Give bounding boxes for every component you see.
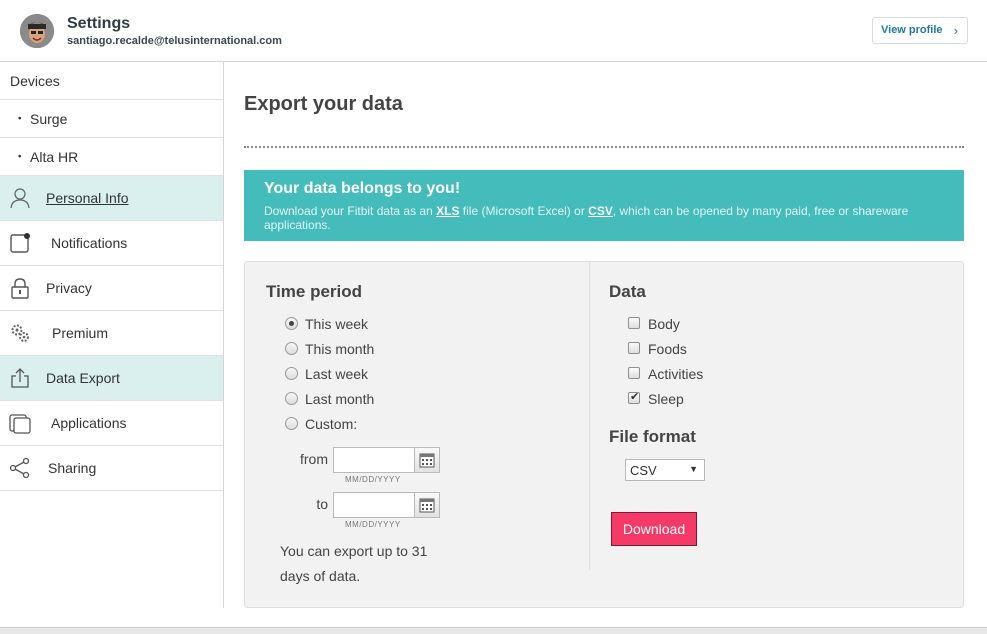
checkbox-label: Foods bbox=[648, 341, 687, 357]
to-calendar-button[interactable] bbox=[414, 492, 440, 518]
calendar-icon bbox=[419, 498, 435, 513]
sidebar: Devices • Surge • Alta HR Personal Info … bbox=[0, 62, 224, 608]
sidebar-devices-header[interactable]: Devices bbox=[0, 62, 223, 100]
settings-header: Settings santiago.recalde@telusinternati… bbox=[0, 0, 987, 62]
dropdown-arrow-icon: ▼ bbox=[689, 464, 698, 474]
sidebar-item-label: Data Export bbox=[46, 370, 120, 386]
checkbox[interactable] bbox=[628, 317, 640, 329]
sidebar-item-label: Privacy bbox=[46, 280, 92, 296]
file-format-select[interactable]: CSV ▼ bbox=[625, 459, 705, 481]
view-profile-label: View profile bbox=[881, 24, 943, 36]
sidebar-item-applications[interactable]: Applications bbox=[0, 401, 223, 446]
avatar[interactable] bbox=[20, 14, 54, 48]
to-label: to bbox=[316, 496, 328, 512]
radio-button[interactable] bbox=[285, 367, 298, 380]
download-button[interactable]: Download bbox=[611, 512, 697, 546]
radio-button[interactable] bbox=[285, 342, 298, 355]
from-date-hint: MM/DD/YYYY bbox=[345, 475, 401, 484]
checkbox[interactable] bbox=[628, 367, 640, 379]
panel-divider bbox=[589, 262, 590, 570]
banner-text: Download your Fitbit data as an XLS file… bbox=[264, 204, 944, 232]
radio-button[interactable] bbox=[285, 417, 298, 430]
from-label: from bbox=[300, 451, 328, 467]
csv-link[interactable]: CSV bbox=[588, 204, 613, 218]
sidebar-device-label: Alta HR bbox=[30, 148, 79, 165]
sidebar-item-label: Notifications bbox=[51, 235, 128, 251]
file-format-title: File format bbox=[609, 427, 696, 446]
checkbox-label: Activities bbox=[648, 366, 704, 382]
banner-title: Your data belongs to you! bbox=[264, 180, 461, 197]
export-icon bbox=[9, 367, 31, 389]
sidebar-item-data-export[interactable]: Data Export bbox=[0, 356, 223, 401]
sidebar-device-label: Surge bbox=[30, 110, 68, 127]
bottom-scrollbar bbox=[0, 627, 987, 634]
bullet-icon: • bbox=[18, 151, 22, 162]
sidebar-item-premium[interactable]: Premium bbox=[0, 311, 223, 356]
export-title: Export your data bbox=[244, 93, 403, 115]
checkbox-label: Body bbox=[648, 316, 680, 332]
notifications-icon bbox=[9, 232, 31, 254]
sidebar-item-privacy[interactable]: Privacy bbox=[0, 266, 223, 311]
radio-label: This week bbox=[305, 316, 369, 332]
dotted-divider bbox=[244, 146, 964, 148]
banner-text-mid: file (Microsoft Excel) or bbox=[459, 204, 589, 218]
sidebar-device-alta-hr[interactable]: • Alta HR bbox=[0, 138, 223, 176]
radio-button[interactable] bbox=[285, 392, 298, 405]
checkbox-label: Sleep bbox=[648, 391, 684, 407]
sidebar-item-sharing[interactable]: Sharing bbox=[0, 446, 223, 491]
calendar-icon bbox=[419, 453, 435, 468]
banner-text-prefix: Download your Fitbit data as an bbox=[264, 204, 437, 218]
gears-icon bbox=[9, 322, 31, 344]
from-date-input[interactable] bbox=[333, 447, 415, 473]
sidebar-item-label: Sharing bbox=[48, 460, 97, 476]
data-title: Data bbox=[609, 282, 646, 301]
applications-icon bbox=[9, 412, 31, 434]
sidebar-item-label: Applications bbox=[51, 415, 127, 431]
sidebar-item-personal-info[interactable]: Personal Info bbox=[0, 176, 223, 221]
bullet-icon: • bbox=[18, 113, 22, 124]
from-calendar-button[interactable] bbox=[414, 447, 440, 473]
sidebar-item-label: Premium bbox=[52, 325, 109, 341]
chevron-right-icon: › bbox=[953, 23, 958, 38]
share-icon bbox=[9, 457, 31, 479]
view-profile-button[interactable]: View profile › bbox=[872, 17, 968, 44]
sidebar-item-notifications[interactable]: Notifications bbox=[0, 221, 223, 266]
checkbox[interactable] bbox=[628, 390, 640, 404]
radio-button[interactable] bbox=[285, 317, 298, 330]
user-email: santiago.recalde@telusinternational.com bbox=[67, 35, 282, 47]
to-date-input[interactable] bbox=[333, 492, 415, 518]
info-banner: Your data belongs to you! Download your … bbox=[244, 170, 964, 241]
person-icon bbox=[9, 187, 31, 209]
to-date-hint: MM/DD/YYYY bbox=[345, 520, 401, 529]
page-title: Settings bbox=[67, 15, 131, 32]
radio-label: Custom: bbox=[305, 416, 358, 432]
sidebar-devices-label: Devices bbox=[10, 72, 60, 89]
radio-label: Last month bbox=[305, 391, 375, 407]
radio-label: Last week bbox=[305, 366, 369, 382]
radio-label: This month bbox=[305, 341, 375, 357]
file-format-value: CSV bbox=[630, 463, 657, 478]
export-limit-note: You can export up to 31 days of data. bbox=[280, 543, 428, 584]
export-panel: Time period This week This month Last we… bbox=[244, 261, 964, 608]
lock-icon bbox=[9, 277, 31, 299]
sidebar-item-label: Personal Info bbox=[46, 190, 129, 206]
checkbox[interactable] bbox=[628, 342, 640, 354]
time-period-title: Time period bbox=[266, 282, 363, 301]
sidebar-device-surge[interactable]: • Surge bbox=[0, 100, 223, 138]
xls-link[interactable]: XLS bbox=[436, 204, 459, 218]
